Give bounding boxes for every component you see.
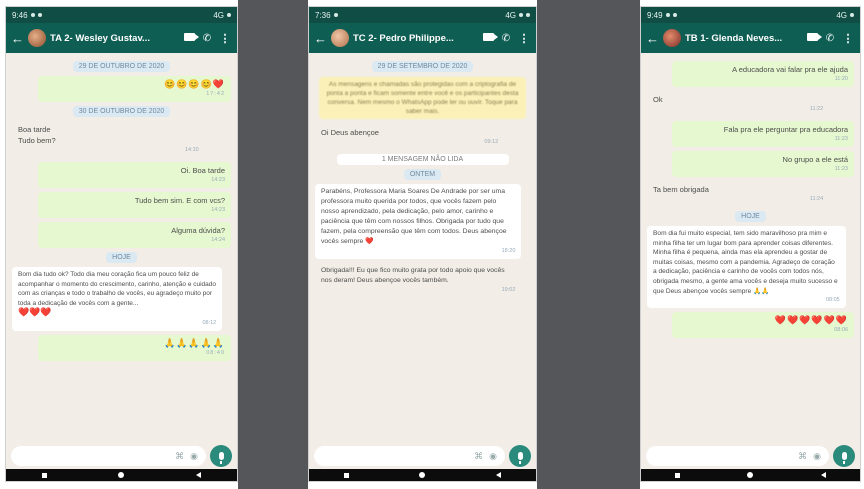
more-options-icon[interactable]: ⋮ <box>517 32 531 45</box>
status-bar: 9:49 4G <box>641 7 860 23</box>
more-options-icon[interactable]: ⋮ <box>218 32 232 45</box>
unread-separator: 1 MENSAGEM NÃO LIDA <box>336 154 509 165</box>
mic-icon <box>841 452 847 464</box>
mic-button[interactable] <box>509 445 531 467</box>
encryption-notice[interactable]: As mensagens e chamadas são protegidas c… <box>319 77 526 119</box>
avatar[interactable] <box>331 29 349 47</box>
date-separator: 30 DE OUTUBRO DE 2020 <box>72 106 171 117</box>
status-time: 9:46 <box>12 10 28 20</box>
message-list[interactable]: A educadora vai falar pra ele ajuda 11:20… <box>641 53 860 441</box>
chat-title[interactable]: TB 1- Glenda Neves... <box>685 33 801 44</box>
home-icon[interactable] <box>747 472 754 478</box>
recents-icon[interactable] <box>674 472 680 478</box>
message-incoming[interactable]: Ta bem obrigada 11:24 <box>647 181 829 207</box>
phone-call-icon[interactable]: ✆ <box>823 33 837 44</box>
date-separator: HOJE <box>106 252 137 263</box>
date-separator: 29 DE OUTUBRO DE 2020 <box>72 61 171 72</box>
back-icon[interactable] <box>495 472 501 478</box>
network-indicator: 4G <box>836 10 847 20</box>
chat-screenshot-2: 7:36 4G ← TC 2- Pedro Philippe... ✆ ⋮ 29… <box>308 6 537 482</box>
message-composer: ⌘ ◉ <box>314 445 531 467</box>
message-input[interactable]: ⌘ ◉ <box>646 446 829 466</box>
recents-icon[interactable] <box>41 472 47 478</box>
status-time: 7:36 <box>315 10 331 20</box>
android-nav-bar <box>641 469 860 481</box>
recents-icon[interactable] <box>344 472 350 478</box>
message-composer: ⌘ ◉ <box>646 445 855 467</box>
message-outgoing[interactable]: 🙏🙏🙏🙏🙏 08:40 <box>38 334 231 361</box>
android-nav-bar <box>309 469 536 481</box>
message-outgoing[interactable]: Tudo bem sim. E com vcs? 14:23 <box>38 192 231 218</box>
phone-call-icon[interactable]: ✆ <box>200 33 214 44</box>
video-call-icon[interactable] <box>805 32 822 44</box>
more-options-icon[interactable]: ⋮ <box>841 32 855 45</box>
message-incoming[interactable]: Bom dia tudo ok? Todo dia meu coração fi… <box>12 267 223 331</box>
message-outgoing[interactable]: A educadora vai falar pra ele ajuda 11:20 <box>671 61 854 87</box>
back-arrow-icon[interactable]: ← <box>646 32 659 45</box>
message-incoming[interactable]: Oi Deus abençoe 09:12 <box>315 124 504 150</box>
camera-icon[interactable]: ◉ <box>813 451 821 462</box>
chat-title[interactable]: TA 2- Wesley Gustav... <box>50 33 178 44</box>
message-incoming[interactable]: Boa tarde Tudo bem? 14:10 <box>12 121 205 158</box>
back-icon[interactable] <box>196 472 202 478</box>
status-bar: 9:46 4G <box>6 7 237 23</box>
back-arrow-icon[interactable]: ← <box>314 32 327 45</box>
chat-screenshot-1: 9:46 4G ← TA 2- Wesley Gustav... ✆ ⋮ 29 … <box>5 6 238 482</box>
network-indicator: 4G <box>505 10 516 20</box>
message-composer: ⌘ ◉ <box>11 445 232 467</box>
message-input[interactable]: ⌘ ◉ <box>11 446 206 466</box>
message-outgoing[interactable]: No grupo a ele está 11:23 <box>671 151 854 177</box>
message-list[interactable]: 29 DE OUTUBRO DE 2020 😊😊😊😊❤️ 17:42 30 DE … <box>6 53 237 441</box>
back-arrow-icon[interactable]: ← <box>11 32 24 45</box>
photo-gap-left <box>238 0 308 489</box>
message-outgoing[interactable]: ❤️❤️❤️❤️❤️❤️ 08:06 <box>671 312 854 339</box>
photo-gap-right <box>537 0 640 489</box>
attach-icon[interactable]: ⌘ <box>175 451 184 462</box>
android-nav-bar <box>6 469 237 481</box>
message-incoming[interactable]: Parabéns, Professora Maria Soares De And… <box>315 184 522 259</box>
home-icon[interactable] <box>118 472 125 478</box>
chat-title[interactable]: TC 2- Pedro Philippe... <box>353 33 477 44</box>
message-incoming[interactable]: Ok 11:22 <box>647 91 829 117</box>
camera-icon[interactable]: ◉ <box>190 451 198 462</box>
video-call-icon[interactable] <box>182 32 199 44</box>
avatar[interactable] <box>663 29 681 47</box>
status-bar: 7:36 4G <box>309 7 536 23</box>
video-call-icon[interactable] <box>481 32 498 44</box>
message-incoming[interactable]: Bom dia fui muito especial, tem sido mar… <box>647 226 846 309</box>
chat-header: ← TB 1- Glenda Neves... ✆ ⋮ <box>641 23 860 53</box>
attach-icon[interactable]: ⌘ <box>474 451 483 462</box>
camera-icon[interactable]: ◉ <box>489 451 497 462</box>
chat-screenshot-3: 9:49 4G ← TB 1- Glenda Neves... ✆ ⋮ A ed… <box>640 6 861 482</box>
mic-icon <box>517 452 523 464</box>
mic-icon <box>218 452 224 464</box>
home-icon[interactable] <box>419 472 426 478</box>
message-input[interactable]: ⌘ ◉ <box>314 446 505 466</box>
network-indicator: 4G <box>213 10 224 20</box>
back-icon[interactable] <box>821 472 827 478</box>
status-time: 9:49 <box>647 10 663 20</box>
date-separator: 29 DE SETEMBRO DE 2020 <box>371 61 474 72</box>
chat-header: ← TA 2- Wesley Gustav... ✆ ⋮ <box>6 23 237 53</box>
message-outgoing[interactable]: 😊😊😊😊❤️ 17:42 <box>38 76 231 102</box>
message-outgoing[interactable]: Alguma dúvida? 14:24 <box>38 222 231 248</box>
phone-call-icon[interactable]: ✆ <box>499 33 513 44</box>
message-incoming[interactable]: Obrigada!!! Eu que fico muito grata por … <box>315 263 521 298</box>
mic-button[interactable] <box>833 445 855 467</box>
message-outgoing[interactable]: Fala pra ele perguntar pra educadora 11:2… <box>671 121 854 147</box>
message-outgoing[interactable]: Oi. Boa tarde 14:23 <box>38 162 231 188</box>
attach-icon[interactable]: ⌘ <box>798 451 807 462</box>
chat-header: ← TC 2- Pedro Philippe... ✆ ⋮ <box>309 23 536 53</box>
date-separator: ONTEM <box>403 169 442 180</box>
mic-button[interactable] <box>210 445 232 467</box>
date-separator: HOJE <box>735 211 766 222</box>
message-list[interactable]: 29 DE SETEMBRO DE 2020 As mensagens e ch… <box>309 53 536 441</box>
avatar[interactable] <box>28 29 46 47</box>
